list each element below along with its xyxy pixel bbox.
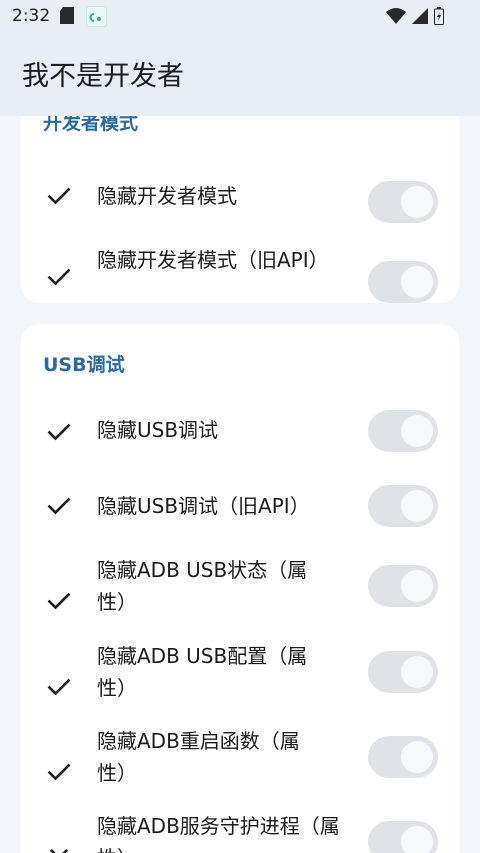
check-icon — [47, 763, 71, 781]
switch-thumb — [401, 186, 433, 218]
signal-icon — [412, 8, 428, 28]
check-icon — [47, 678, 71, 696]
toggle-switch[interactable] — [368, 651, 438, 693]
toggle-switch[interactable] — [368, 410, 438, 452]
page-title: 我不是开发者 — [22, 61, 184, 92]
setting-row-hide-developer-mode[interactable]: 隐藏开发者模式 — [21, 158, 459, 223]
toggle-switch[interactable] — [368, 821, 438, 853]
close-icon — [49, 848, 69, 853]
switch-thumb — [401, 266, 433, 298]
setting-row-hide-adb-usb-state[interactable]: 隐藏ADB USB状态（属性） — [21, 548, 459, 628]
setting-label: 隐藏开发者模式 — [97, 184, 237, 208]
setting-row-hide-adb-reboot-function[interactable]: 隐藏ADB重启函数（属性） — [21, 719, 459, 799]
setting-row-hide-adb-daemon[interactable]: 隐藏ADB服务守护进程（属性） — [21, 804, 459, 853]
setting-row-hide-adb-usb-config[interactable]: 隐藏ADB USB配置（属性） — [21, 634, 459, 714]
section-card-developer-mode: 开发者模式 隐藏开发者模式 隐藏开发者模式（旧API） — [21, 116, 459, 303]
status-bar: 2:32 — [0, 0, 480, 32]
section-card-usb-debugging: USB调试 隐藏USB调试 隐藏USB调试（旧API） 隐藏ADB USB状态（… — [21, 324, 459, 853]
app-notification-icon — [86, 6, 107, 27]
status-icons — [386, 7, 444, 29]
check-icon — [47, 187, 71, 205]
switch-thumb — [401, 415, 433, 447]
setting-label: 隐藏USB调试（旧API） — [97, 494, 310, 518]
switch-thumb — [401, 656, 433, 688]
switch-thumb — [401, 826, 433, 853]
app-bar: 我不是开发者 — [0, 32, 480, 116]
switch-thumb — [401, 741, 433, 773]
sd-card-icon — [60, 7, 74, 28]
check-icon — [47, 423, 71, 441]
toggle-switch[interactable] — [368, 565, 438, 607]
setting-label: 隐藏ADB USB配置（属性） — [97, 644, 308, 700]
toggle-switch[interactable] — [368, 736, 438, 778]
setting-label: 隐藏开发者模式（旧API） — [97, 248, 329, 272]
setting-label: 隐藏ADB重启函数（属性） — [97, 729, 300, 785]
setting-label: 隐藏USB调试 — [97, 418, 219, 442]
toggle-switch[interactable] — [368, 181, 438, 223]
toggle-switch[interactable] — [368, 261, 438, 303]
toggle-switch[interactable] — [368, 485, 438, 527]
section-title: USB调试 — [43, 354, 125, 376]
status-time: 2:32 — [12, 6, 51, 26]
check-icon — [47, 592, 71, 610]
setting-row-hide-usb-debugging-old-api[interactable]: 隐藏USB调试（旧API） — [21, 474, 459, 536]
settings-list[interactable]: 开发者模式 隐藏开发者模式 隐藏开发者模式（旧API） USB调试 隐藏USB调… — [0, 116, 480, 853]
check-icon — [47, 497, 71, 515]
setting-label: 隐藏ADB USB状态（属性） — [97, 558, 308, 614]
section-title: 开发者模式 — [43, 116, 139, 134]
setting-row-hide-usb-debugging[interactable]: 隐藏USB调试 — [21, 400, 459, 462]
switch-thumb — [401, 490, 433, 522]
check-icon — [47, 268, 71, 286]
setting-label: 隐藏ADB服务守护进程（属性） — [97, 814, 340, 853]
setting-row-hide-developer-mode-old-api[interactable]: 隐藏开发者模式（旧API） — [21, 222, 459, 303]
wifi-icon — [386, 8, 406, 28]
battery-icon — [434, 7, 444, 29]
switch-thumb — [401, 570, 433, 602]
